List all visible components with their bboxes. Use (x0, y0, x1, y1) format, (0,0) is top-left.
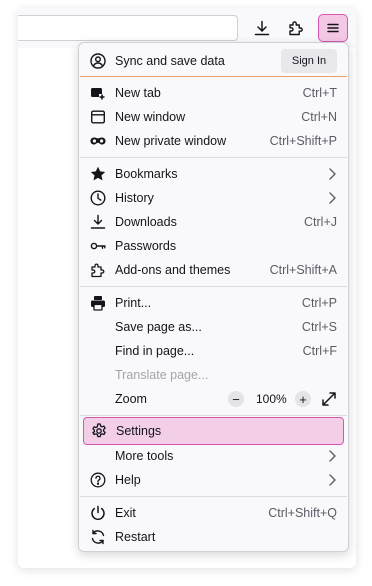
chevron-right-icon (329, 474, 336, 486)
hamburger-icon (327, 23, 339, 33)
zoom-out-button[interactable]: − (228, 391, 244, 407)
shortcut-label: Ctrl+Shift+A (269, 263, 337, 277)
download-icon (254, 20, 270, 36)
menu-item-translate-page: Translate page... (83, 363, 344, 387)
menu-item-label: Settings (116, 424, 162, 438)
menu-item-label: History (115, 191, 154, 205)
menu-item-label: New tab (115, 86, 161, 100)
menu-separator (80, 415, 347, 416)
private-mask-icon (90, 133, 106, 149)
sync-row[interactable]: Sync and save data Sign In (83, 47, 344, 75)
menu-item-label: Zoom (115, 392, 147, 406)
shortcut-label: Ctrl+T (302, 86, 337, 100)
gear-icon (91, 423, 107, 439)
menu-item-find-in-page[interactable]: Find in page... Ctrl+F (83, 339, 344, 363)
key-icon (90, 238, 106, 254)
zoom-in-button[interactable]: + (295, 391, 311, 407)
app-menu-panel: Sync and save data Sign In New tab Ctrl+… (78, 42, 349, 552)
menu-item-label: Restart (115, 530, 156, 544)
menu-item-new-tab[interactable]: New tab Ctrl+T (83, 81, 344, 105)
shortcut-label: Ctrl+Shift+Q (268, 506, 337, 520)
menu-item-passwords[interactable]: Passwords (83, 234, 344, 258)
app-menu-button[interactable] (318, 14, 348, 42)
menu-item-save-page[interactable]: Save page as... Ctrl+S (83, 315, 344, 339)
menu-item-label: Print... (115, 296, 152, 310)
clock-icon (90, 190, 106, 206)
star-icon (90, 166, 106, 182)
sync-divider (80, 76, 347, 77)
menu-item-label: New window (115, 110, 186, 124)
help-icon (90, 472, 106, 488)
shortcut-label: Ctrl+S (301, 320, 337, 334)
download-icon (90, 214, 106, 230)
chevron-right-icon (329, 450, 336, 462)
extensions-button[interactable] (282, 14, 310, 42)
menu-item-label: Save page as... (115, 320, 202, 334)
puzzle-icon (90, 262, 106, 278)
fullscreen-icon[interactable] (321, 391, 337, 407)
menu-item-new-window[interactable]: New window Ctrl+N (83, 105, 344, 129)
menu-item-help[interactable]: Help (83, 468, 344, 492)
power-icon (90, 505, 106, 521)
menu-item-label: Passwords (115, 239, 177, 253)
sign-in-button[interactable]: Sign In (281, 49, 337, 73)
printer-icon (90, 295, 106, 311)
menu-item-history[interactable]: History (83, 186, 344, 210)
new-tab-icon (90, 85, 106, 101)
chevron-right-icon (329, 192, 336, 204)
shortcut-label: Ctrl+F (302, 344, 337, 358)
restart-icon (90, 529, 106, 545)
menu-separator (80, 286, 347, 287)
menu-item-label: Translate page... (115, 368, 209, 382)
zoom-level[interactable]: 100% (256, 392, 287, 406)
menu-item-label: Help (115, 473, 141, 487)
menu-item-label: Add-ons and themes (115, 263, 231, 277)
menu-item-label: Find in page... (115, 344, 195, 358)
shortcut-label: Ctrl+P (301, 296, 337, 310)
window-icon (90, 109, 106, 125)
chevron-right-icon (329, 168, 336, 180)
menu-item-label: Downloads (115, 215, 177, 229)
menu-item-exit[interactable]: Exit Ctrl+Shift+Q (83, 501, 344, 525)
menu-separator (80, 496, 347, 497)
menu-item-label: More tools (115, 449, 174, 463)
shortcut-label: Ctrl+J (304, 215, 337, 229)
menu-item-print[interactable]: Print... Ctrl+P (83, 291, 344, 315)
menu-item-restart[interactable]: Restart (83, 525, 344, 549)
shortcut-label: Ctrl+Shift+P (269, 134, 337, 148)
puzzle-icon (289, 21, 303, 36)
menu-item-more-tools[interactable]: More tools (83, 444, 344, 468)
menu-item-label: New private window (115, 134, 227, 148)
menu-item-bookmarks[interactable]: Bookmarks (83, 162, 344, 186)
menu-item-settings[interactable]: Settings (83, 417, 344, 445)
url-bar[interactable] (18, 15, 238, 41)
menu-separator (80, 157, 347, 158)
menu-item-downloads[interactable]: Downloads Ctrl+J (83, 210, 344, 234)
menu-item-addons-themes[interactable]: Add-ons and themes Ctrl+Shift+A (83, 258, 344, 282)
menu-item-label: Bookmarks (115, 167, 178, 181)
shortcut-label: Ctrl+N (301, 110, 337, 124)
account-icon (90, 53, 106, 69)
menu-item-new-private-window[interactable]: New private window Ctrl+Shift+P (83, 129, 344, 153)
downloads-button[interactable] (248, 14, 276, 42)
menu-item-zoom: Zoom − 100% + (83, 387, 344, 411)
sync-label: Sync and save data (115, 54, 225, 68)
menu-item-label: Exit (115, 506, 136, 520)
